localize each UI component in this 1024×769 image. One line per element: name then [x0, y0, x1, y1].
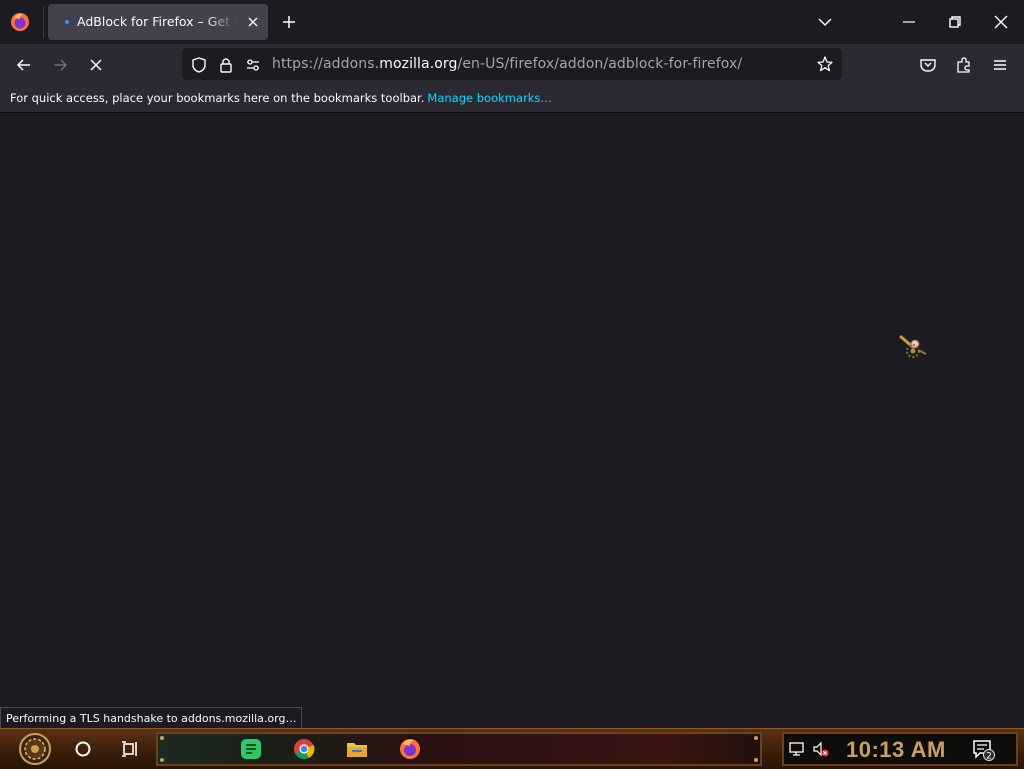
volume-muted-icon[interactable] — [812, 740, 830, 758]
bookmarks-toolbar: For quick access, place your bookmarks h… — [0, 86, 1024, 113]
forward-icon[interactable] — [50, 55, 70, 75]
firefox-icon[interactable] — [399, 738, 421, 760]
start-button-icon[interactable] — [12, 732, 58, 766]
taskbar-clock[interactable]: 10:13 AM — [846, 737, 946, 763]
page-content — [0, 113, 1024, 728]
task-view-icon[interactable] — [119, 738, 141, 760]
url-text[interactable]: https://addons.mozilla.org/en-US/firefox… — [272, 56, 742, 72]
url-scheme: https://addons. — [272, 56, 380, 72]
tab-separator — [43, 6, 44, 38]
minimize-icon — [903, 21, 915, 23]
notification-count: 2 — [986, 752, 992, 762]
url-bar[interactable]: https://addons.mozilla.org/en-US/firefox… — [182, 48, 842, 80]
lock-icon[interactable] — [217, 56, 235, 74]
tab-adblock[interactable]: AdBlock for Firefox – Get this Extension… — [48, 4, 268, 40]
manage-bookmarks-link[interactable]: Manage bookmarks… — [427, 91, 552, 105]
pocket-icon[interactable] — [918, 55, 938, 75]
chrome-icon[interactable] — [293, 738, 315, 760]
new-tab-icon[interactable] — [280, 13, 298, 31]
url-host: mozilla.org — [379, 56, 458, 72]
network-icon[interactable] — [788, 740, 806, 758]
notes-app-icon[interactable] — [240, 738, 262, 760]
tracking-protection-shield-icon[interactable] — [190, 56, 208, 74]
permissions-icon[interactable] — [244, 56, 262, 74]
navigation-toolbar: https://addons.mozilla.org/en-US/firefox… — [0, 44, 1024, 86]
tab-strip: AdBlock for Firefox – Get this Extension… — [0, 0, 1024, 44]
stop-loading-icon[interactable] — [86, 55, 106, 75]
restore-icon — [949, 16, 961, 28]
bookmark-star-icon[interactable] — [816, 55, 834, 73]
url-path: /en-US/firefox/addon/adblock-for-firefox… — [457, 56, 743, 72]
bookmarks-empty-message: For quick access, place your bookmarks h… — [10, 91, 425, 105]
minimize-button[interactable] — [886, 0, 932, 44]
mouse-cursor-icon — [899, 334, 927, 358]
tab-title: AdBlock for Firefox – Get this Extension… — [77, 14, 237, 29]
close-tab-icon[interactable] — [244, 13, 262, 31]
system-tray: 10:13 AM 2 — [782, 732, 1018, 766]
back-icon[interactable] — [14, 55, 34, 75]
firefox-menu-icon[interactable] — [10, 12, 30, 32]
taskbar-apps-panel — [156, 732, 762, 766]
list-all-tabs-icon[interactable] — [816, 13, 834, 31]
close-icon — [994, 15, 1008, 29]
close-window-button[interactable] — [978, 0, 1024, 44]
search-icon[interactable] — [72, 738, 94, 760]
extensions-puzzle-icon[interactable] — [954, 55, 974, 75]
file-explorer-icon[interactable] — [346, 738, 368, 760]
loading-indicator-icon — [65, 20, 69, 24]
hamburger-menu-icon[interactable] — [990, 55, 1010, 75]
restore-button[interactable] — [932, 0, 978, 44]
notification-center-icon[interactable]: 2 — [972, 739, 996, 761]
taskbar: 10:13 AM 2 — [0, 728, 1024, 769]
